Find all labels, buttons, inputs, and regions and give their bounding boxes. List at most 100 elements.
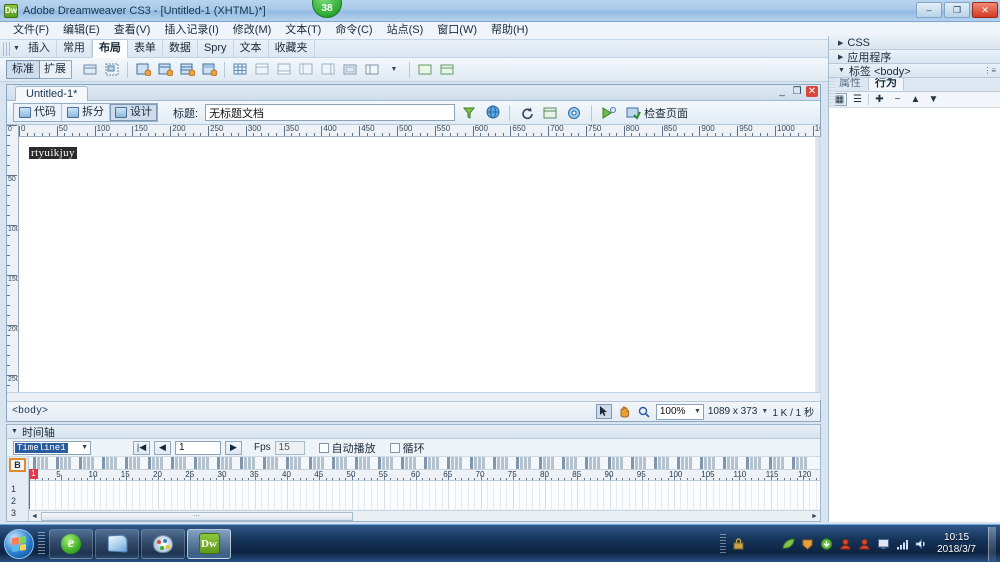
timeline-behavior-column[interactable]: B 1 2 3 <box>7 457 29 521</box>
start-button[interactable] <box>4 528 34 559</box>
insert-iframe-icon[interactable] <box>340 60 360 79</box>
timeline-forward-button[interactable]: ▶ <box>225 440 242 455</box>
insert-column-left-icon[interactable] <box>296 60 316 79</box>
menu-window[interactable]: 窗口(W) <box>430 22 484 39</box>
layout-mode-expanded[interactable]: 扩展 <box>39 61 71 78</box>
timeline-back-button[interactable]: ◀ <box>154 440 171 455</box>
panel-tag-inspector[interactable]: ▼ 标签 <body> ⋮≡ <box>829 64 1000 78</box>
panel-options-icon[interactable]: ⋮≡ <box>983 66 996 75</box>
add-behavior-icon[interactable]: ✚ <box>872 93 887 106</box>
timeline-frame-input[interactable] <box>175 440 221 455</box>
taskbar-clock[interactable]: 10:15 2018/3/7 <box>933 532 980 556</box>
view-button-design[interactable]: 设计 <box>110 104 157 121</box>
volume-icon[interactable] <box>914 537 928 551</box>
horizontal-ruler[interactable]: 0 50 100 150 200 250 300 350 400 450 500 550 600 650 7… <box>19 125 820 137</box>
insert-layout-table-icon[interactable] <box>437 60 457 79</box>
show-desktop-button[interactable] <box>988 526 996 561</box>
monitor-icon[interactable] <box>876 537 890 551</box>
insert-bar-label[interactable]: 插入 <box>22 40 57 57</box>
page-title-input[interactable] <box>205 104 456 121</box>
design-canvas[interactable]: rtyuikjuy <box>19 137 820 400</box>
tray-grip[interactable] <box>720 533 727 554</box>
file-management-icon[interactable] <box>458 103 479 122</box>
scroll-right-icon[interactable]: ► <box>809 511 820 522</box>
view-button-code[interactable]: 代码 <box>14 104 62 121</box>
selected-text-content[interactable]: rtyuikjuy <box>29 147 77 159</box>
insert-row-above-icon[interactable] <box>252 60 272 79</box>
spry-collapsible-panel-icon[interactable] <box>199 60 219 79</box>
menu-site[interactable]: 站点(S) <box>380 22 431 39</box>
zoom-tool-icon[interactable] <box>636 404 652 419</box>
refresh-icon[interactable] <box>516 103 537 122</box>
scroll-left-icon[interactable]: ◄ <box>29 511 40 522</box>
show-all-events-icon[interactable]: ☰ <box>850 93 865 106</box>
behaviors-list[interactable] <box>829 108 1000 522</box>
zoom-level-combobox[interactable]: 100% ▼ <box>655 403 704 420</box>
user2-icon[interactable] <box>857 537 871 551</box>
document-restore-button[interactable]: ❐ <box>791 86 803 97</box>
spry-accordion-icon[interactable] <box>177 60 197 79</box>
hand-tool-icon[interactable] <box>616 404 632 419</box>
select-tool-icon[interactable] <box>595 404 612 419</box>
close-button[interactable]: ✕ <box>972 2 998 18</box>
insert-column-right-icon[interactable] <box>318 60 338 79</box>
timeline-ruler[interactable]: 1510152025303540455055606570758085909510… <box>29 469 820 481</box>
layout-mode-segment[interactable]: 标准 扩展 <box>6 60 72 79</box>
move-up-icon[interactable]: ▲ <box>908 93 923 106</box>
lock-icon[interactable] <box>731 537 745 551</box>
timeline-behavior-channel[interactable] <box>29 457 820 469</box>
timeline-select[interactable]: Timeline1 ▼ <box>13 440 91 455</box>
insert-div-tag-icon[interactable] <box>80 60 100 79</box>
canvas-horizontal-scrollbar[interactable] <box>7 392 820 401</box>
taskbar-item-paint[interactable] <box>141 528 185 559</box>
user-icon[interactable] <box>838 537 852 551</box>
tag-selector-body[interactable]: <body> <box>12 406 48 417</box>
insert-tab-data[interactable]: 数据 <box>163 40 198 57</box>
visual-aids-icon[interactable] <box>564 103 585 122</box>
maximize-button[interactable]: ❐ <box>944 2 970 18</box>
timeline-rewind-button[interactable]: |◀ <box>133 440 150 455</box>
shield-icon[interactable] <box>800 537 814 551</box>
insert-tab-favorites[interactable]: 收藏夹 <box>269 40 315 57</box>
check-page-button[interactable]: 检查页面 <box>622 104 692 122</box>
menu-edit[interactable]: 编辑(E) <box>56 22 107 39</box>
menu-text[interactable]: 文本(T) <box>278 22 328 39</box>
insert-bar-grip[interactable] <box>3 41 11 56</box>
autoplay-checkbox[interactable] <box>318 442 329 453</box>
loop-checkbox[interactable] <box>389 442 400 453</box>
validate-markup-icon[interactable] <box>598 103 619 122</box>
fps-input[interactable] <box>274 440 305 455</box>
taskbar-item-explorer[interactable] <box>95 528 139 559</box>
chevron-down-icon[interactable]: ▼ <box>694 408 701 415</box>
download-icon[interactable] <box>819 537 833 551</box>
draw-ap-div-icon[interactable] <box>102 60 122 79</box>
timeline-horizontal-scrollbar[interactable]: ◄ ⋯ ► <box>29 510 820 521</box>
behavior-channel-label[interactable]: B <box>9 458 26 472</box>
window-size-value[interactable]: 1089 x 373 <box>708 406 758 417</box>
menu-insert[interactable]: 插入记录(I) <box>157 22 225 39</box>
quicklaunch-grip[interactable] <box>38 531 45 556</box>
insert-frames-icon[interactable] <box>362 60 382 79</box>
chevron-down-icon[interactable]: ▼ <box>11 428 18 435</box>
network-icon[interactable] <box>895 537 909 551</box>
insert-tab-common[interactable]: 常用 <box>57 40 92 57</box>
chevron-down-icon[interactable]: ▼ <box>838 67 845 74</box>
menu-help[interactable]: 帮助(H) <box>484 22 535 39</box>
move-down-icon[interactable]: ▼ <box>926 93 941 106</box>
chevron-down-icon[interactable]: ▼ <box>81 444 88 451</box>
insert-row-below-icon[interactable] <box>274 60 294 79</box>
document-tab-untitled-1[interactable]: Untitled-1* <box>15 86 89 101</box>
insert-tab-text[interactable]: 文本 <box>234 40 269 57</box>
timeline-playhead-handle[interactable]: 1 <box>29 469 38 479</box>
loop-checkbox-row[interactable]: 循环 <box>389 440 425 456</box>
layout-mode-standard[interactable]: 标准 <box>6 60 40 79</box>
preview-in-browser-icon[interactable] <box>482 103 503 122</box>
leaf-icon[interactable] <box>781 537 795 551</box>
taskbar-item-dreamweaver[interactable]: Dw <box>187 528 231 559</box>
menu-modify[interactable]: 修改(M) <box>226 22 279 39</box>
insert-table-icon[interactable] <box>230 60 250 79</box>
remove-behavior-icon[interactable]: − <box>890 93 905 106</box>
taskbar-item-internet-explorer[interactable]: e <box>49 528 93 559</box>
menu-view[interactable]: 查看(V) <box>107 22 158 39</box>
document-close-button[interactable]: ✕ <box>806 86 818 97</box>
